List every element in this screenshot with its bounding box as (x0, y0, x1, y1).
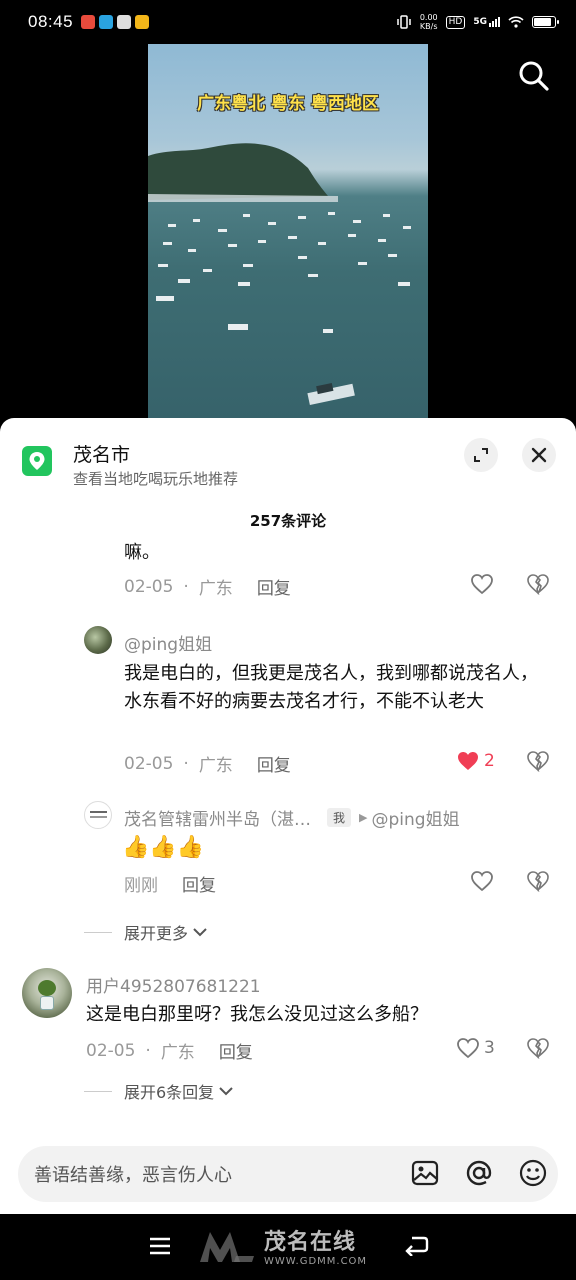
input-actions (410, 1158, 548, 1188)
reply-button[interactable]: 回复 (257, 751, 291, 776)
like-count: 2 (484, 751, 495, 771)
like-button[interactable] (470, 870, 494, 892)
reply-button[interactable]: 回复 (182, 871, 216, 896)
status-bar: 08:45 0.00 KB/s HD 5G (0, 0, 576, 44)
comment-username[interactable]: @ping姐姐 (124, 630, 212, 655)
back-icon[interactable] (404, 1234, 430, 1256)
status-right: 0.00 KB/s HD 5G (396, 13, 559, 31)
broken-heart-icon (527, 574, 549, 596)
dislike-button[interactable] (526, 573, 550, 599)
expand-replies-link[interactable]: 展开6条回复 (84, 1079, 234, 1103)
heart-icon (471, 871, 493, 892)
comment-username[interactable]: 用户4952807681221 (86, 972, 261, 997)
vibrate-icon (397, 15, 411, 29)
heart-filled-icon (458, 752, 478, 770)
expand-icon (474, 448, 488, 462)
comment-text: 我是电白的，但我更是茂名人，我到哪都说茂名人，水东看不好的病要去茂名才行，不能不… (124, 663, 538, 712)
wifi-icon (508, 16, 524, 28)
video-player[interactable]: 广东粤北 粤东 粤西地区 (0, 44, 576, 424)
close-button[interactable] (522, 438, 556, 472)
location-subtitle: 查看当地吃喝玩乐地推荐 (73, 470, 239, 488)
avatar[interactable] (22, 968, 72, 1018)
avatar[interactable] (84, 801, 112, 829)
expand-button[interactable] (464, 438, 498, 472)
emoji-icon[interactable] (518, 1158, 548, 1188)
comment-count: 257条评论 (249, 512, 327, 530)
comment-text: 👍👍👍 (122, 835, 205, 860)
close-icon (531, 447, 547, 463)
comment-text: 这是电白那里呀？我怎么没见过这么多船？ (86, 1004, 428, 1025)
like-button[interactable]: 2 (456, 750, 495, 772)
mention-icon[interactable] (464, 1158, 494, 1188)
reply-button[interactable]: 回复 (257, 574, 291, 599)
comment-meta: 02-05 · 广东 回复 (124, 574, 291, 600)
battery-icon (532, 16, 559, 28)
comment-username[interactable]: 茂名管辖雷州半岛（湛… 我 ▶ @ping姐姐 (124, 805, 460, 830)
comment-input-placeholder: 善语结善缘，恶言伤人心 (34, 1165, 232, 1186)
location-card[interactable]: 茂名市 查看当地吃喝玩乐地推荐 (20, 438, 556, 488)
telegram-icon (99, 15, 114, 29)
avatar[interactable] (84, 626, 112, 654)
app-notification-icon (135, 15, 150, 29)
watermark: 茂名在线 WWW.GDMM.COM (196, 1224, 367, 1267)
like-count: 3 (484, 1038, 495, 1058)
chevron-down-icon (219, 1087, 233, 1096)
comment-meta: 02-05 · 广东 回复 (86, 1038, 253, 1064)
broken-heart-icon (527, 751, 549, 773)
like-button[interactable]: 3 (456, 1037, 495, 1059)
system-nav-bar: 茂名在线 WWW.GDMM.COM (0, 1214, 576, 1280)
reply-to-user: @ping姐姐 (371, 810, 460, 830)
broken-heart-icon (527, 871, 549, 893)
chevron-down-icon (193, 928, 207, 937)
location-title: 茂名市 (73, 444, 131, 466)
dislike-button[interactable] (526, 750, 550, 776)
heart-icon (457, 1038, 479, 1059)
comment-meta: 02-05 · 广东 回复 (124, 751, 291, 777)
comment-sheet: 茂名市 查看当地吃喝玩乐地推荐 257条评论 嘛。 02-05 · 广东 回复 @p… (0, 418, 576, 1214)
network-speed: 0.00 KB/s (419, 13, 438, 31)
menu-icon[interactable] (148, 1236, 172, 1256)
search-button[interactable] (516, 58, 556, 98)
dislike-button[interactable] (526, 870, 550, 896)
clock: 08:45 (28, 12, 74, 31)
search-icon (519, 61, 549, 91)
comment-text: 嘛。 (124, 542, 160, 563)
dislike-button[interactable] (526, 1037, 550, 1063)
comment-meta: 刚刚 回复 (124, 871, 216, 896)
expand-more-link[interactable]: 展开更多 (84, 920, 208, 944)
app-notification-icon (117, 15, 132, 29)
notification-icons (81, 15, 150, 29)
like-button[interactable] (470, 573, 494, 595)
image-icon[interactable] (410, 1158, 440, 1188)
hd-badge: HD (445, 15, 466, 29)
reply-button[interactable]: 回复 (219, 1038, 253, 1063)
reply-arrow-icon: ▶ (359, 811, 368, 824)
app-notification-icon (81, 15, 96, 29)
heart-icon (471, 574, 493, 595)
broken-heart-icon (527, 1038, 549, 1060)
signal-icon: 5G (473, 17, 500, 27)
watermark-logo (200, 1231, 254, 1262)
location-pin-icon (22, 446, 52, 476)
video-caption: 广东粤北 粤东 粤西地区 (197, 94, 379, 114)
video-frame[interactable]: 广东粤北 粤东 粤西地区 (148, 44, 428, 424)
me-badge: 我 (327, 808, 352, 827)
comment-input[interactable]: 善语结善缘，恶言伤人心 (18, 1146, 558, 1202)
